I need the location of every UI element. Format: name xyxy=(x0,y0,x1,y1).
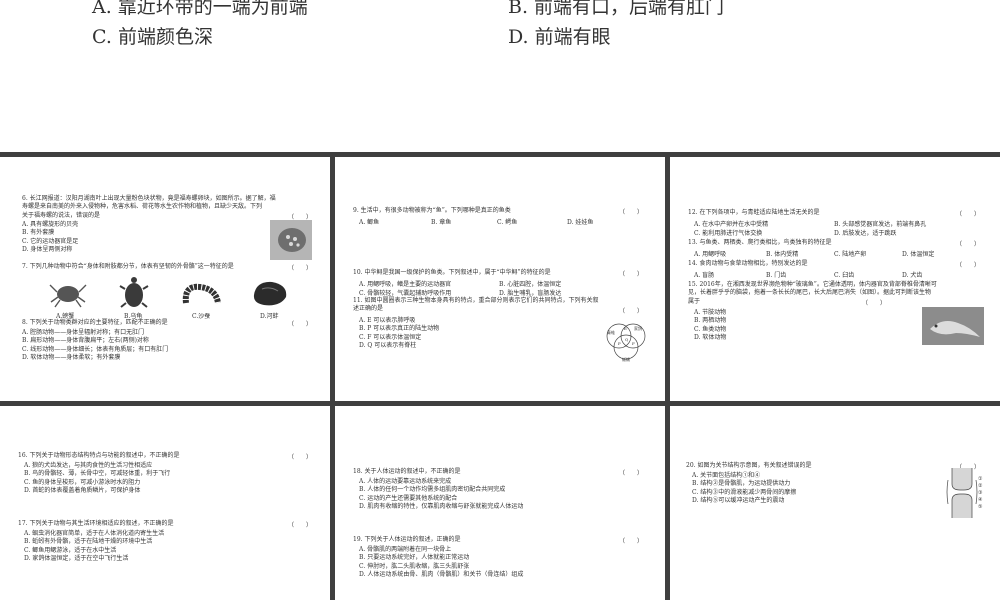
question-10-option-b: B. 心脏四腔，体温恒定 xyxy=(499,281,562,288)
image-caption-c: C.沙蚕 xyxy=(192,313,211,320)
image-caption-d: D.河蚌 xyxy=(260,313,279,320)
question-10-option-a: A. 用鳃呼吸，鳍是主要的运动器官 xyxy=(359,281,452,288)
exam-page-4: 16. 下列关于动物形态结构特点与功能的叙述中，不正确的是 （ ） A. 狼的犬… xyxy=(0,406,330,600)
venn-label-p: P xyxy=(618,341,621,346)
top-option-c: C. 前端颜色深 xyxy=(92,26,213,48)
answer-bracket: （ ） xyxy=(862,300,887,307)
question-19-options: A. 骨骼肌的两端附着在同一块骨上 B. 只要运动系统完好，人体就能正常运动 C… xyxy=(359,546,524,579)
answer-bracket: （ ） xyxy=(619,271,644,278)
joint-label-5: ⑤ xyxy=(978,504,983,510)
answer-bracket: （ ） xyxy=(288,522,313,529)
question-10-option-d: D. 胎生哺乳，盲肠发达 xyxy=(499,290,562,297)
joint-structure-diagram: ① ② ③ ④ ⑤ xyxy=(946,468,983,518)
question-10-option-c: C. 骨骼较轻，气囊起辅助呼吸作用 xyxy=(359,290,452,297)
answer-bracket: （ ） xyxy=(956,211,981,218)
turtle-image xyxy=(119,277,149,308)
exam-page-2: 9. 生活中，有很多动物被称为“鱼”。下列哪种是真正的鱼类 （ ） A. 鲫鱼 … xyxy=(335,157,665,401)
question-17-stem: 17. 下列关于动物与其生活环境相适应的叙述，不正确的是 xyxy=(18,520,174,527)
crab-image xyxy=(49,284,87,308)
question-8-stem: 8. 下列关于动物类群对应的主要特征，匹配不正确的是 xyxy=(22,319,168,326)
question-15-options: A. 节肢动物 B. 两栖动物 C. 鱼类动物 D. 软体动物 xyxy=(694,309,727,342)
joint-label-1: ① xyxy=(978,476,983,482)
question-12-option-d: D. 后肢发达，适于跳跃 xyxy=(834,230,897,237)
answer-bracket: （ ） xyxy=(619,538,644,545)
top-option-a: A. 靠近环带的一端为前端 xyxy=(92,0,308,18)
venn-label-lizard: 蜥蜴 xyxy=(622,356,630,362)
question-16-stem: 16. 下列关于动物形态结构特点与功能的叙述中，不正确的是 xyxy=(18,452,180,459)
question-6-options: A. 具有螺旋形的贝壳 B. 有外套膜 C. 它的运动器官是足 D. 身体呈两侧… xyxy=(22,221,79,254)
question-9-option-b: B. 章鱼 xyxy=(431,219,452,226)
answer-bracket: （ ） xyxy=(619,209,644,216)
question-20-options: A. 关节面包括结构①和④ B. 结构②是骨骼肌，为运动提供动力 C. 结构③中… xyxy=(692,472,797,505)
question-18-stem: 18. 关于人体运动的叙述中，不正确的是 xyxy=(353,468,461,475)
question-12-option-a: A. 在水中产卵并在水中受精 xyxy=(694,221,769,228)
question-12-stem: 12. 在下列各项中，与青蛙适应陆地生活无关的是 xyxy=(688,209,820,216)
question-16-options: A. 狼的犬齿发达，与其肉食性的生活习性相适应 B. 鸟的骨骼轻、薄，长骨中空，… xyxy=(24,462,171,495)
previous-page-fragment: A. 靠近环带的一端为前端 B. 前端有口，后端有肛门 C. 前端颜色深 D. … xyxy=(0,0,1000,152)
answer-bracket: （ ） xyxy=(288,265,313,272)
question-18-options: A. 人体的运动要靠运动系统来完成 B. 人体的任何一个动作均需多组肌肉密切配合… xyxy=(359,478,524,511)
question-19-stem: 19. 下列关于人体运动的叙述，正确的是 xyxy=(353,536,461,543)
question-13-option-d: D. 体温恒定 xyxy=(902,251,935,258)
question-12-option-c: C. 能利用肺进行气体交换 xyxy=(694,230,763,237)
question-13-option-b: B. 体内受精 xyxy=(766,251,799,258)
joint-label-3: ③ xyxy=(978,490,983,496)
question-13-option-c: C. 陆地产卵 xyxy=(834,251,867,258)
question-17-options: A. 蛔虫消化器官简单，适于在人体消化道内寄生生活 B. 蚯蚓有外骨骼，适于在陆… xyxy=(24,530,165,563)
question-14-option-d: D. 犬齿 xyxy=(902,272,923,279)
question-9-option-a: A. 鲫鱼 xyxy=(359,219,380,226)
joint-label-2: ② xyxy=(978,483,983,489)
joint-label-4: ④ xyxy=(978,497,983,503)
question-9-stem: 9. 生活中，有很多动物被称为“鱼”。下列哪种是真正的鱼类 xyxy=(353,207,511,214)
question-6-stem: 6. 长江网报道：汉阳月湖南叶上出现大量粉色块状物，竟是福寿螺卵块，如图所示。据… xyxy=(22,195,276,219)
question-12-option-b: B. 头部感觉器官发达，前端有鼻孔 xyxy=(834,221,927,228)
question-14-option-b: B. 门齿 xyxy=(766,272,787,279)
answer-bracket: （ ） xyxy=(288,321,313,328)
venn-diagram: 青蛙 家鸽 蜥蜴 E P Q F xyxy=(606,323,646,362)
top-option-b: B. 前端有口，后端有肛门 xyxy=(508,0,725,18)
question-14-option-a: A. 盲肠 xyxy=(694,272,715,279)
question-9-option-c: C. 鳄鱼 xyxy=(497,219,518,226)
question-10-stem: 10. 中华鲟是我国一级保护的鱼类。下列叙述中，属于“中华鲟”的特征的是 xyxy=(353,269,551,276)
sandworm-image xyxy=(182,283,221,304)
question-9-option-d: D. 娃娃鱼 xyxy=(567,219,594,226)
venn-label-f: F xyxy=(632,341,635,346)
venn-label-q: Q xyxy=(625,337,629,342)
exam-page-6: 20. 如图为关节结构示意图，有关叙述错误的是 （ ） A. 关节面包括结构①和… xyxy=(670,406,1000,600)
glass-fish-photo xyxy=(922,307,984,345)
question-11-options: A. E 可以表示肺呼吸 B. P 可以表示真正的陆生动物 C. F 可以表示体… xyxy=(359,317,440,350)
exam-page-3: 12. 在下列各项中，与青蛙适应陆地生活无关的是 （ ） A. 在水中产卵并在水… xyxy=(670,157,1000,401)
top-option-d: D. 前端有眼 xyxy=(508,26,611,48)
question-11-stem: 11. 如图中圆圈表示三种生物本身具有的特点，重合部分则表示它们的共同特点，下列… xyxy=(353,297,599,313)
question-15-stem: 15. 2016年，在湘西发现世界濒危物种“玻璃鱼”。它通体透明，体内器官及背部… xyxy=(688,281,937,305)
question-13-option-a: A. 用鳃呼吸 xyxy=(694,251,727,258)
answer-bracket: （ ） xyxy=(619,470,644,477)
venn-label-pigeon: 家鸽 xyxy=(634,325,642,331)
exam-page-1: 6. 长江网报道：汉阳月湖南叶上出现大量粉色块状物，竟是福寿螺卵块，如图所示。据… xyxy=(0,157,330,401)
venn-label-e: E xyxy=(624,326,627,331)
exam-page-5: 18. 关于人体运动的叙述中，不正确的是 （ ） A. 人体的运动要靠运动系统来… xyxy=(335,406,665,600)
question-14-stem: 14. 食肉动物与食草动物相比，特别发达的是 xyxy=(688,260,808,267)
mussel-image xyxy=(253,281,287,306)
answer-bracket: （ ） xyxy=(619,308,644,315)
answer-bracket: （ ） xyxy=(956,241,981,248)
answer-bracket: （ ） xyxy=(288,454,313,461)
question-14-option-c: C. 臼齿 xyxy=(834,272,855,279)
apple-snail-eggs-photo xyxy=(270,220,312,260)
answer-bracket: （ ） xyxy=(956,262,981,269)
question-13-stem: 13. 与鱼类、两栖类、爬行类相比，鸟类独有的特征是 xyxy=(688,239,832,246)
venn-label-frog: 青蛙 xyxy=(607,329,615,335)
question-20-stem: 20. 如图为关节结构示意图，有关叙述错误的是 xyxy=(686,462,812,469)
question-7-stem: 7. 下列几种动物中符合“身体和附肢都分节，体表有坚韧的外骨骼”这一特征的是 xyxy=(22,263,234,270)
question-8-options: A. 腔肠动物——身体呈辐射对称；有口无肛门 B. 扁形动物——身体背腹扁平；左… xyxy=(22,329,169,362)
